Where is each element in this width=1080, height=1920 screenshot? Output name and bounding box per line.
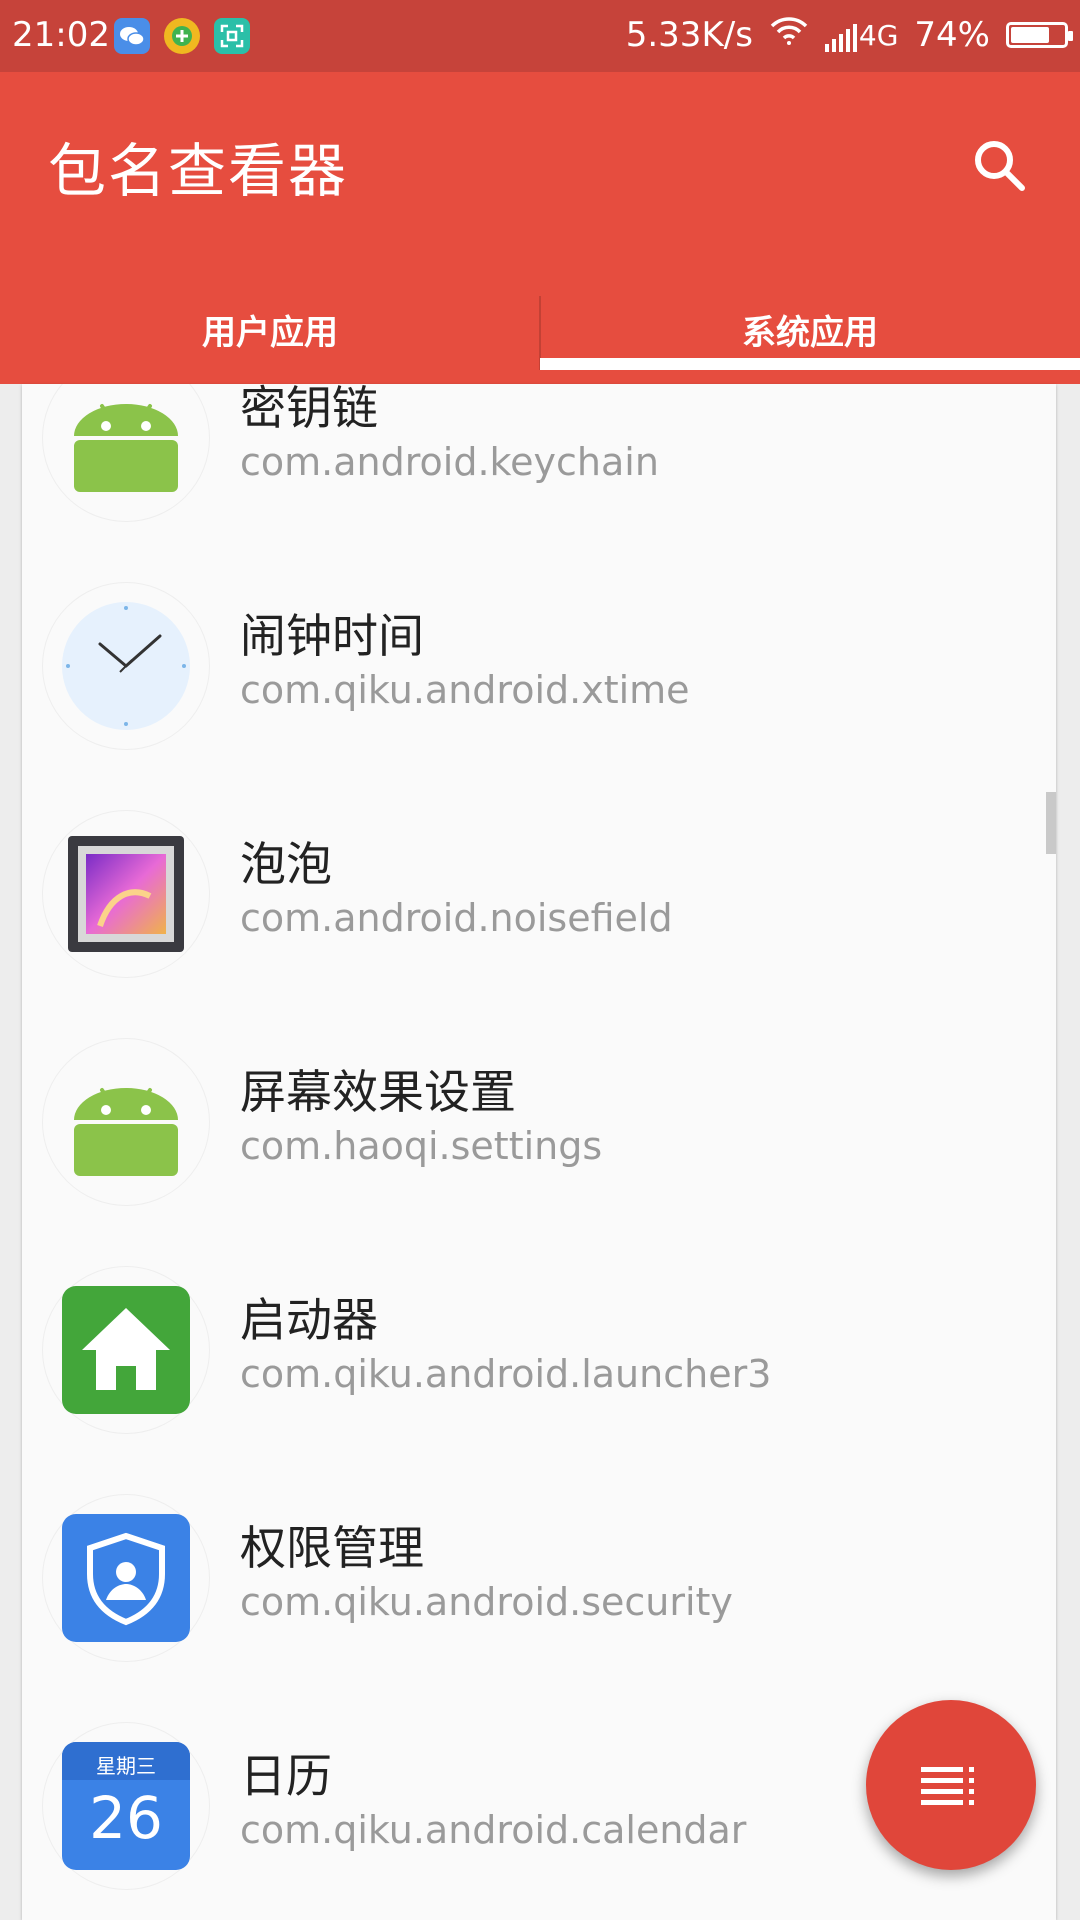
app-package: com.android.keychain (240, 440, 659, 484)
search-button[interactable] (960, 126, 1040, 206)
app-name: 密钥链 (240, 384, 378, 435)
status-right: 5.33K/s 4G 74% (625, 15, 1073, 55)
screenshot-icon (214, 18, 250, 54)
list-item[interactable]: 闹钟时间 com.qiku.android.xtime (22, 550, 1056, 778)
calendar-icon: 星期三 26 (42, 1722, 210, 1890)
app-package: com.qiku.android.xtime (240, 668, 690, 712)
app-package: com.haoqi.settings (240, 1124, 603, 1168)
tab-indicator (540, 358, 1080, 370)
list-item[interactable]: 密钥链 com.android.keychain (22, 384, 1056, 550)
home-icon (42, 1266, 210, 1434)
menu-list-icon (921, 1767, 974, 1805)
network-speed: 5.33K/s (625, 15, 753, 55)
list-item[interactable]: 屏幕效果设置 com.haoqi.settings (22, 1006, 1056, 1234)
app-title: 包名查看器 (48, 137, 349, 205)
app-package: com.qiku.android.calendar (240, 1808, 747, 1852)
app-name: 启动器 (240, 1293, 378, 1347)
app-bar: 包名查看器 用户应用 系统应用 (0, 72, 1080, 384)
app-name: 屏幕效果设置 (240, 1065, 516, 1119)
android-robot-icon (42, 384, 210, 522)
signal-icon (824, 23, 857, 52)
calendar-day: 26 (89, 1784, 163, 1852)
app-name: 闹钟时间 (240, 609, 424, 663)
clock-icon (42, 582, 210, 750)
notification-icons (114, 18, 250, 54)
picture-frame-icon (42, 810, 210, 978)
app-list[interactable]: 密钥链 com.android.keychain 闹钟时间 com.qiku.a… (22, 384, 1056, 1920)
list-item[interactable]: 泡泡 com.android.noisefield (22, 778, 1056, 1006)
wifi-icon (769, 15, 809, 55)
battery-percent: 74% (914, 15, 990, 55)
search-icon (975, 141, 1025, 191)
status-bar: 21:02 5.33K/s 4G 74% (0, 0, 1080, 72)
network-type: 4G (858, 18, 899, 52)
shield-user-icon (42, 1494, 210, 1662)
scrollbar[interactable] (1046, 792, 1056, 854)
list-item[interactable]: 启动器 com.qiku.android.launcher3 (22, 1234, 1056, 1462)
battery-icon (1006, 22, 1073, 48)
fab-menu-button[interactable] (866, 1700, 1036, 1870)
calendar-weekday: 星期三 (96, 1754, 156, 1778)
app-name: 权限管理 (240, 1521, 424, 1575)
app-package: com.qiku.android.launcher3 (240, 1352, 772, 1396)
status-time: 21:02 (12, 15, 110, 55)
android-robot-icon (42, 1038, 210, 1206)
tab-user-apps[interactable]: 用户应用 (0, 274, 540, 384)
app-name: 日历 (240, 1749, 332, 1803)
app-package: com.qiku.android.security (240, 1580, 733, 1624)
app-package: com.android.noisefield (240, 896, 673, 940)
list-item[interactable]: 权限管理 com.qiku.android.security (22, 1462, 1056, 1690)
360-plus-icon (164, 18, 200, 54)
tab-bar: 用户应用 系统应用 (0, 274, 1080, 384)
app-name: 泡泡 (240, 837, 332, 891)
wechat-icon (114, 18, 150, 54)
